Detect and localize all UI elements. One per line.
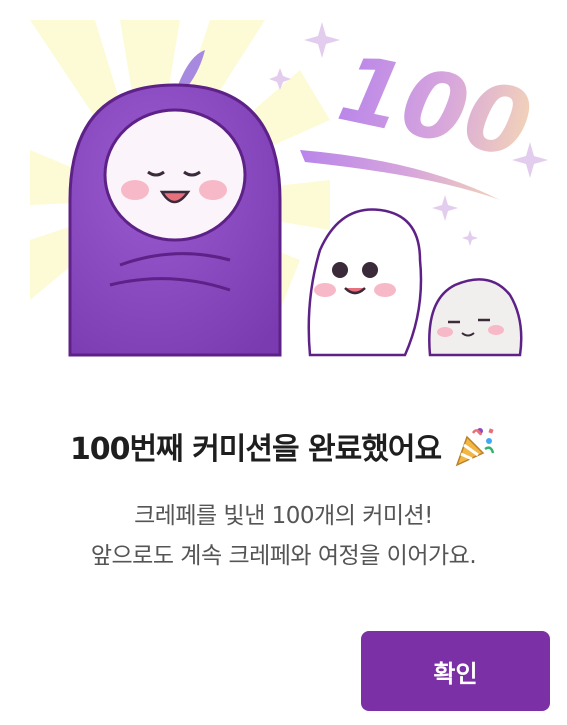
party-popper-icon	[451, 423, 497, 469]
dialog-title: 100번째 커미션을 완료했어요	[69, 432, 442, 467]
gray-mascot	[428, 278, 523, 357]
milestone-dialog: 100 100번째 커미션을 완료했어요 크레페를 빛낸 100개의 커미션! …	[0, 0, 567, 725]
confirm-button[interactable]: 확인	[361, 631, 550, 711]
title-row: 100번째 커미션을 완료했어요	[0, 416, 567, 476]
celebration-illustration-svg: 100	[30, 20, 548, 357]
celebration-illustration: 100	[0, 0, 567, 360]
description-line-2: 앞으로도 계속 크레페와 여정을 이어가요.	[90, 543, 477, 569]
cream-mascot	[307, 208, 423, 357]
description-line-1: 크레페를 빛낸 100개의 커미션!	[134, 503, 433, 529]
hundred-badge-text: 100	[330, 34, 540, 179]
hundred-badge: 100	[300, 34, 540, 200]
